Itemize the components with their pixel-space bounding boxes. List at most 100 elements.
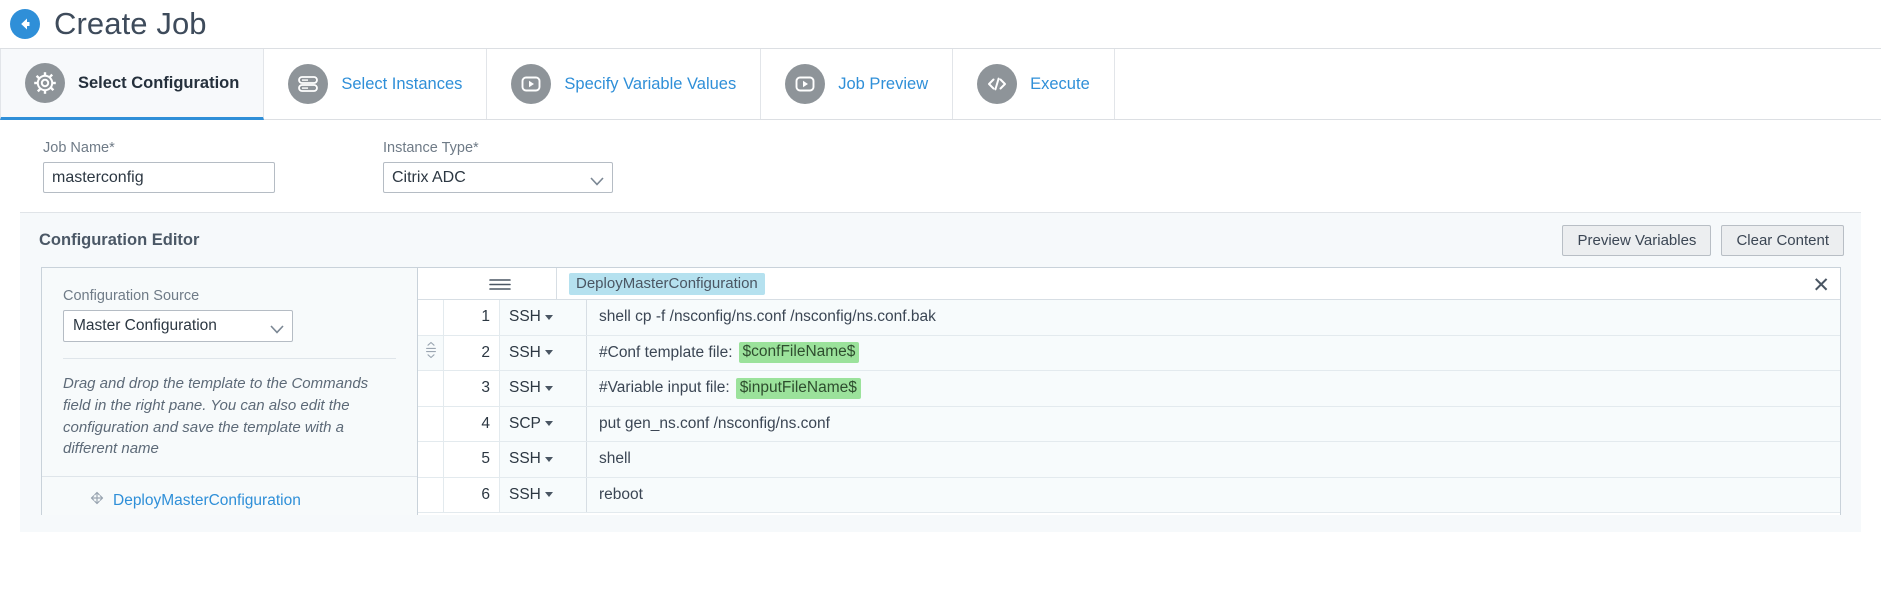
wizard-tabs: Select Configuration Select Instances Sp… [0,48,1881,120]
job-name-field-group: Job Name* [43,140,275,200]
command-text: reboot [599,485,643,503]
configuration-editor-header: Configuration Editor Preview Variables C… [20,213,1861,267]
configuration-source-select[interactable]: Master Configuration [63,310,293,342]
row-drag-cell [418,300,443,335]
configuration-editor-title: Configuration Editor [39,230,200,249]
drag-drop-hint: Drag and drop the template to the Comman… [63,358,396,476]
tab-execute[interactable]: Execute [953,49,1115,119]
protocol-value: SSH [509,485,541,503]
tab-specify-variable-values[interactable]: Specify Variable Values [487,49,762,119]
template-list-item[interactable]: DeployMasterConfiguration [42,476,417,510]
hamburger-menu-icon[interactable] [443,276,556,292]
page-header: Create Job [0,0,1881,48]
chevron-down-icon [544,385,553,391]
row-separator [564,477,587,512]
row-separator [564,300,587,335]
configuration-editor-panel: Configuration Editor Preview Variables C… [20,212,1861,532]
row-drag-cell[interactable] [418,335,443,370]
protocol-dropdown[interactable]: SSH [500,371,564,406]
tab-job-preview[interactable]: Job Preview [761,49,954,119]
page-title: Create Job [54,6,207,41]
row-drag-cell [418,477,443,512]
row-number: 1 [443,300,500,335]
instance-type-label: Instance Type* [383,140,479,156]
tab-label: Select Instances [341,74,463,93]
command-text: shell [599,450,631,468]
protocol-dropdown[interactable]: SCP [500,406,564,441]
tab-label: Job Preview [838,74,929,93]
command-text-cell[interactable]: reboot [587,477,1840,512]
wizard-filler [1115,49,1881,119]
chevron-down-icon [544,456,553,462]
row-separator [564,371,587,406]
clear-content-button[interactable]: Clear Content [1721,224,1844,256]
instance-type-value: Citrix ADC [392,168,466,186]
chevron-down-icon [544,492,553,498]
protocol-value: SSH [509,308,541,326]
move-handle-icon[interactable] [90,491,104,510]
tab-select-configuration[interactable]: Select Configuration [0,49,265,120]
protocol-value: SSH [509,379,541,397]
tab-label: Select Configuration [78,73,240,92]
protocol-value: SSH [509,450,541,468]
protocol-dropdown[interactable]: SSH [500,442,564,477]
protocol-dropdown[interactable]: SSH [500,335,564,370]
table-row[interactable]: 6 SSH reboot [418,477,1840,513]
row-separator [564,406,587,441]
protocol-dropdown[interactable]: SSH [500,300,564,335]
configuration-source-select-wrap: Master Configuration [63,310,293,342]
row-separator [564,335,587,370]
command-text-cell[interactable]: put gen_ns.conf /nsconfig/ns.conf [587,406,1840,441]
template-name: DeployMasterConfiguration [113,491,301,509]
vertical-drag-handle-icon[interactable] [425,341,437,364]
command-text-cell[interactable]: shell cp -f /nsconfig/ns.conf /nsconfig/… [587,300,1840,335]
table-row[interactable]: 4 SCP put gen_ns.conf /nsconfig/ns.conf [418,406,1840,442]
variable-token: $inputFileName$ [735,377,861,399]
chevron-down-icon [544,421,553,427]
command-text-cell[interactable]: shell [587,442,1840,477]
back-button[interactable] [10,9,40,39]
row-number: 4 [443,406,500,441]
tab-select-instances[interactable]: Select Instances [264,49,488,119]
row-number: 3 [443,371,500,406]
play-box-icon [785,64,826,104]
play-box-icon [511,64,552,104]
instance-type-select-wrap: Citrix ADC [383,162,613,193]
tab-label: Specify Variable Values [564,74,737,93]
configuration-editor-body: Configuration Source Master Configuratio… [41,267,1841,515]
preview-variables-button[interactable]: Preview Variables [1562,224,1712,256]
table-row[interactable]: 3 SSH #Variable input file: $inputFileNa… [418,371,1840,407]
job-name-label: Job Name* [43,140,115,156]
row-number: 6 [443,477,500,512]
variable-token: $confFileName$ [738,342,860,364]
table-row[interactable]: 1 SSH shell cp -f /nsconfig/ns.conf /nsc… [418,300,1840,336]
command-text-cell[interactable]: #Variable input file: $inputFileName$ [587,371,1840,406]
server-stack-icon [288,64,329,104]
command-text: put gen_ns.conf /nsconfig/ns.conf [599,414,830,432]
command-text-cell[interactable]: #Conf template file: $confFileName$ [587,335,1840,370]
code-brackets-icon [977,64,1018,104]
template-chip: DeployMasterConfiguration [569,272,765,295]
command-text: shell cp -f /nsconfig/ns.conf /nsconfig/… [599,308,936,326]
commands-grid-pane: DeployMasterConfiguration ✕ 1 SSH shell … [418,268,1840,515]
commands-grid-header: DeployMasterConfiguration [418,268,1840,300]
configuration-source-pane: Configuration Source Master Configuratio… [42,268,418,515]
chevron-down-icon [544,350,553,356]
command-text: #Variable input file: [599,379,730,397]
table-row[interactable]: 5 SSH shell [418,442,1840,478]
protocol-dropdown[interactable]: SSH [500,477,564,512]
configuration-source-value: Master Configuration [73,317,217,334]
instance-type-field-group: Instance Type* Citrix ADC [383,140,613,200]
row-drag-cell [418,442,443,477]
close-icon[interactable]: ✕ [1812,275,1830,296]
row-separator [564,442,587,477]
row-drag-cell [418,406,443,441]
configuration-source-label: Configuration Source [63,288,200,304]
instance-type-select[interactable]: Citrix ADC [383,162,613,193]
protocol-value: SSH [509,343,541,361]
command-text: #Conf template file: [599,343,733,361]
row-number: 2 [443,335,500,370]
row-number: 5 [443,442,500,477]
table-row[interactable]: 2 SSH #Conf template file: $confFileName… [418,335,1840,371]
job-name-input[interactable] [43,162,275,193]
